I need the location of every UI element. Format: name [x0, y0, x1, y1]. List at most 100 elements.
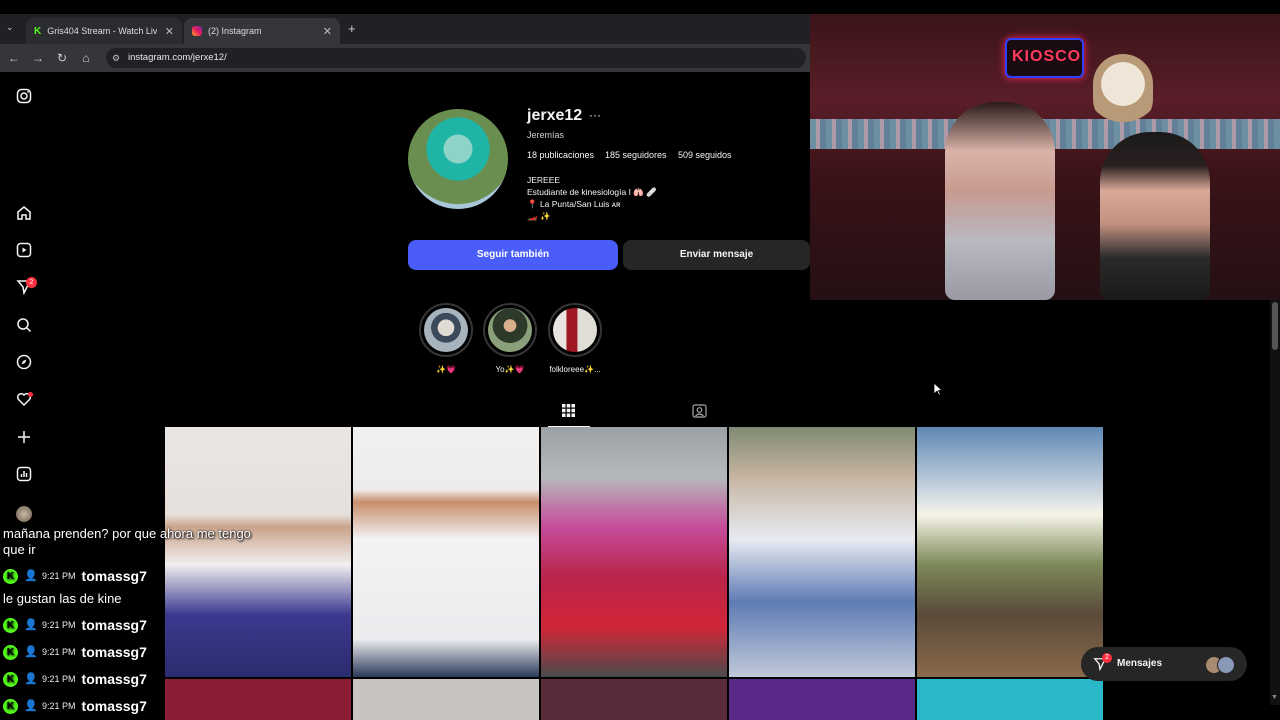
messages-label: Mensajes — [1117, 658, 1163, 669]
user-icon: 👤 — [24, 570, 38, 582]
chat-timestamp: 9:21 PM — [42, 647, 76, 657]
tab-instagram[interactable]: (2) Instagram ✕ — [184, 18, 340, 44]
search-icon[interactable] — [14, 317, 34, 337]
forward-icon[interactable]: → — [30, 50, 46, 66]
kick-badge-icon: K — [3, 617, 18, 633]
chat-timestamp: 9:21 PM — [42, 701, 76, 711]
chat-timestamp: 9:21 PM — [42, 571, 76, 581]
bio-line: 🏎️ ✨ — [527, 211, 551, 221]
mouse-cursor-icon — [933, 382, 943, 396]
reels-icon[interactable] — [14, 242, 34, 262]
explore-icon[interactable] — [14, 354, 34, 374]
guest-person — [1100, 132, 1210, 300]
avatar — [1217, 656, 1235, 674]
heart-icon[interactable] — [14, 391, 34, 411]
tab-tagged[interactable] — [692, 403, 708, 419]
kick-badge-icon: K — [3, 644, 18, 660]
bio-line: Estudiante de kinesiología I 🫁 🩹 — [527, 187, 657, 197]
home-icon[interactable]: ⌂ — [78, 50, 94, 66]
send-message-button[interactable]: Enviar mensaje — [623, 240, 810, 270]
tab-list-chevron-icon[interactable]: ⌄ — [6, 22, 14, 33]
site-info-icon[interactable]: ⚙ — [112, 48, 120, 68]
chat-timestamp: 9:21 PM — [42, 620, 76, 630]
profile-username: jerxe12 — [527, 107, 583, 124]
story-highlight[interactable] — [548, 303, 602, 357]
user-icon: 👤 — [24, 646, 38, 658]
tagged-icon — [692, 404, 707, 418]
messages-button[interactable]: 2 Mensajes — [1081, 647, 1247, 681]
chat-message: le gustan las de kine — [3, 591, 122, 606]
kick-badge-icon: K — [3, 568, 18, 584]
post-thumbnail[interactable] — [541, 679, 727, 720]
url-text: instagram.com/jerxe12/ — [128, 52, 227, 63]
chat-row: K 👤 9:21 PM tomassg7 — [3, 670, 147, 688]
tab-bar: ⌄ K Gris404 Stream - Watch Live on ✕ (2)… — [0, 14, 810, 44]
follow-back-button[interactable]: Seguir también — [408, 240, 618, 270]
chat-row: K 👤 9:21 PM tomassg7 — [3, 697, 147, 715]
profile-avatar-large[interactable] — [408, 109, 508, 209]
notification-dot — [28, 392, 33, 397]
post-thumbnail[interactable] — [917, 679, 1103, 720]
messages-badge: 2 — [1102, 653, 1112, 663]
kick-badge-icon: K — [3, 671, 18, 687]
user-icon: 👤 — [24, 619, 38, 631]
tab-title: Gris404 Stream - Watch Live on — [47, 26, 158, 36]
notification-badge: 2 — [26, 277, 37, 288]
chat-username[interactable]: tomassg7 — [82, 644, 147, 660]
chat-row: K 👤 9:21 PM tomassg7 — [3, 567, 147, 585]
messages-icon[interactable]: 2 — [14, 277, 37, 299]
scroll-down-arrow-icon[interactable]: ▼ — [1271, 694, 1278, 701]
tab-title: (2) Instagram — [208, 26, 262, 36]
post-thumbnail[interactable] — [353, 427, 539, 677]
following-count[interactable]: 509 seguidos — [678, 150, 732, 160]
chat-row: K 👤 9:21 PM tomassg7 — [3, 643, 147, 661]
kick-badge-icon: K — [3, 698, 18, 714]
create-icon[interactable] — [14, 429, 34, 449]
chat-username[interactable]: tomassg7 — [82, 617, 147, 633]
scrollbar[interactable] — [1270, 300, 1280, 705]
top-bar — [0, 0, 1280, 14]
bio-line: JEREEE — [527, 175, 561, 185]
scrollbar-thumb[interactable] — [1272, 302, 1278, 350]
chat-username[interactable]: tomassg7 — [82, 568, 147, 584]
chat-timestamp: 9:21 PM — [42, 674, 76, 684]
post-thumbnail[interactable] — [917, 427, 1103, 677]
profile-avatar[interactable] — [16, 506, 32, 522]
address-bar: ← → ↻ ⌂ ⚙ instagram.com/jerxe12/ — [0, 44, 810, 72]
bio-line: 📍 La Punta/San Luis ᴀʀ — [527, 199, 621, 209]
more-options-icon[interactable]: ··· — [589, 108, 601, 122]
reload-icon[interactable]: ↻ — [54, 50, 70, 66]
streamer-person — [945, 102, 1055, 300]
chat-message: mañana prenden? por que ahora me tengo q… — [3, 526, 251, 557]
tab-kick[interactable]: K Gris404 Stream - Watch Live on ✕ — [26, 18, 182, 44]
story-highlight[interactable] — [483, 303, 537, 357]
post-thumbnail[interactable] — [729, 679, 915, 720]
home-icon[interactable] — [14, 205, 34, 225]
profile-full-name: Jeremías — [527, 130, 565, 140]
story-highlight[interactable] — [419, 303, 473, 357]
post-thumbnail[interactable] — [165, 679, 351, 720]
sign-text: KIOSCO — [1012, 48, 1082, 65]
post-thumbnail[interactable] — [353, 679, 539, 720]
back-icon[interactable]: ← — [6, 50, 22, 66]
close-icon[interactable]: ✕ — [165, 25, 174, 38]
chat-row: K 👤 9:21 PM tomassg7 — [3, 616, 147, 634]
highlight-label: folkloreee✨... — [549, 365, 601, 374]
chat-username[interactable]: tomassg7 — [82, 698, 147, 714]
cat-sticker — [1093, 54, 1153, 129]
close-icon[interactable]: ✕ — [323, 25, 332, 38]
post-thumbnail[interactable] — [541, 427, 727, 677]
followers-count[interactable]: 185 seguidores — [605, 150, 667, 160]
new-tab-icon[interactable]: + — [348, 21, 356, 36]
kick-icon: K — [34, 25, 42, 37]
url-field[interactable]: ⚙ instagram.com/jerxe12/ — [106, 48, 806, 68]
user-icon: 👤 — [24, 700, 38, 712]
post-thumbnail[interactable] — [729, 427, 915, 677]
kiosco-sign: KIOSCO — [1005, 38, 1084, 78]
chat-username[interactable]: tomassg7 — [82, 671, 147, 687]
grid-icon — [562, 404, 575, 417]
webcam-overlay: KIOSCO — [810, 14, 1280, 300]
instagram-icon[interactable] — [14, 88, 34, 108]
dashboard-icon[interactable] — [14, 466, 34, 486]
tab-posts[interactable] — [548, 402, 590, 427]
